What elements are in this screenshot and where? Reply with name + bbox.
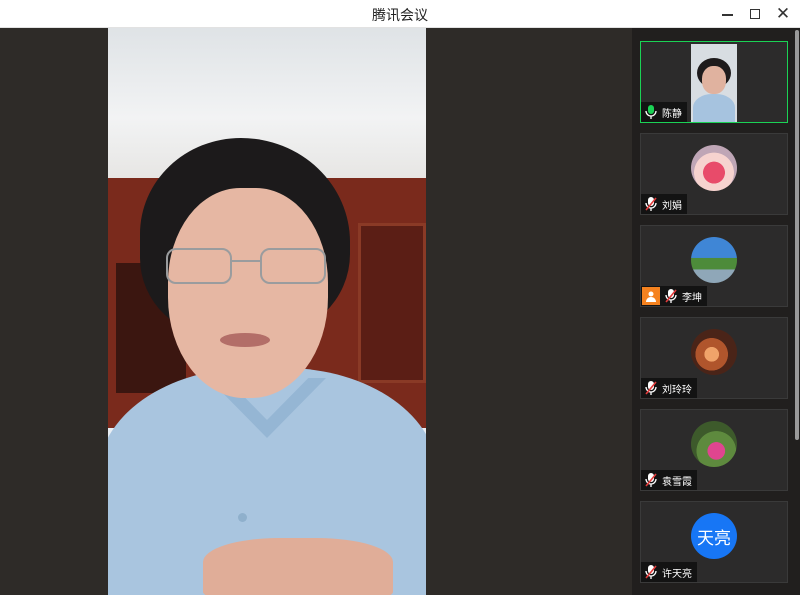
- thumb-shirt: [693, 94, 735, 122]
- mic-muted-icon: [644, 380, 658, 396]
- participant-tile[interactable]: 袁雪霞: [640, 409, 788, 491]
- sidebar-scrollbar[interactable]: [795, 30, 799, 440]
- participant-label: 刘玲玲: [641, 378, 697, 398]
- participant-name: 袁雪霞: [662, 476, 692, 488]
- participant-label: 许天亮: [641, 562, 697, 582]
- speaker-face: [168, 188, 328, 398]
- close-icon[interactable]: ✕: [768, 0, 798, 28]
- participant-label: 陈静: [641, 102, 687, 122]
- participant-tile[interactable]: 刘玲玲: [640, 317, 788, 399]
- participant-sidebar[interactable]: 陈静 刘娟 李坤 刘玲玲 袁雪霞 天亮 许天亮: [632, 28, 800, 595]
- main-speaker-video[interactable]: [108, 28, 426, 595]
- participant-label: 袁雪霞: [641, 470, 697, 490]
- participant-name: 李坤: [682, 292, 702, 304]
- speaker-glasses: [166, 248, 330, 288]
- thumb-face: [702, 66, 726, 94]
- host-person-icon: [642, 287, 660, 305]
- participant-name: 陈静: [662, 108, 682, 120]
- maximize-icon[interactable]: [740, 0, 770, 28]
- participant-avatar: [691, 421, 737, 467]
- participant-name: 刘娟: [662, 200, 682, 212]
- window-title: 腾讯会议: [372, 8, 428, 24]
- participant-tile[interactable]: 天亮 许天亮: [640, 501, 788, 583]
- participant-text-avatar: 天亮: [691, 513, 737, 559]
- participant-avatar: [691, 237, 737, 283]
- participant-tile[interactable]: 陈静: [640, 41, 788, 123]
- participant-name: 刘玲玲: [662, 384, 692, 396]
- shirt-button: [238, 513, 247, 522]
- mic-muted-icon: [644, 564, 658, 580]
- speaker-hands: [203, 538, 393, 595]
- participant-label: 刘娟: [641, 194, 687, 214]
- minimize-icon[interactable]: [712, 0, 742, 28]
- participant-label: 李坤: [641, 286, 707, 306]
- participant-tile[interactable]: 刘娟: [640, 133, 788, 215]
- participant-video-thumbnail: [691, 44, 737, 122]
- video-background-cabinet: [358, 223, 426, 383]
- mic-muted-icon: [664, 288, 678, 304]
- title-bar: 腾讯会议 ✕: [0, 0, 800, 28]
- participant-avatar: [691, 145, 737, 191]
- participant-avatar: [691, 329, 737, 375]
- mic-muted-icon: [644, 196, 658, 212]
- speaker-mouth: [220, 333, 270, 347]
- mic-on-icon: [644, 104, 658, 120]
- main-stage: [0, 28, 632, 595]
- mic-muted-icon: [644, 472, 658, 488]
- participant-name: 许天亮: [662, 568, 692, 580]
- participant-tile[interactable]: 李坤: [640, 225, 788, 307]
